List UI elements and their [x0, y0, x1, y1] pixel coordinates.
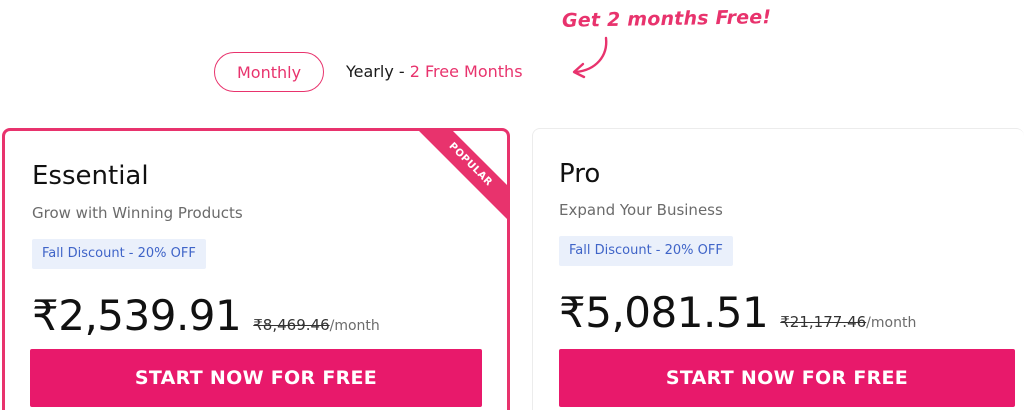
- plan-card-essential: POPULAR Essential Grow with Winning Prod…: [2, 128, 510, 410]
- pricing-page: Get 2 months Free! Monthly Yearly - 2 Fr…: [0, 0, 1024, 410]
- start-now-button[interactable]: START NOW FOR FREE: [559, 349, 1015, 407]
- monthly-toggle-button[interactable]: Monthly: [214, 52, 324, 92]
- plan-card-pro: Pro Expand Your Business Fall Discount -…: [532, 128, 1024, 410]
- price-period: /month: [866, 315, 917, 331]
- plan-price: ₹5,081.51: [559, 288, 769, 337]
- start-now-button[interactable]: START NOW FOR FREE: [30, 349, 482, 407]
- yearly-highlight: 2 Free Months: [409, 62, 523, 81]
- discount-badge: Fall Discount - 20% OFF: [559, 236, 733, 266]
- price-row: ₹5,081.51 ₹21,177.46 /month: [559, 288, 916, 337]
- discount-badge: Fall Discount - 20% OFF: [32, 239, 206, 269]
- price-period: /month: [329, 318, 380, 334]
- yearly-toggle-option[interactable]: Yearly - 2 Free Months: [346, 62, 523, 81]
- plan-price: ₹2,539.91: [32, 291, 242, 340]
- original-price: ₹8,469.46: [253, 316, 330, 334]
- promo-callout: Get 2 months Free!: [561, 6, 772, 32]
- plan-name: Pro: [559, 159, 601, 189]
- yearly-label: Yearly -: [346, 62, 410, 81]
- plan-subtitle: Grow with Winning Products: [32, 204, 243, 222]
- price-row: ₹2,539.91 ₹8,469.46 /month: [32, 291, 380, 340]
- popular-ribbon: POPULAR: [408, 131, 507, 227]
- original-price: ₹21,177.46: [780, 313, 867, 331]
- plan-subtitle: Expand Your Business: [559, 201, 723, 219]
- plan-name: Essential: [32, 161, 149, 191]
- curved-arrow-icon: [572, 36, 608, 79]
